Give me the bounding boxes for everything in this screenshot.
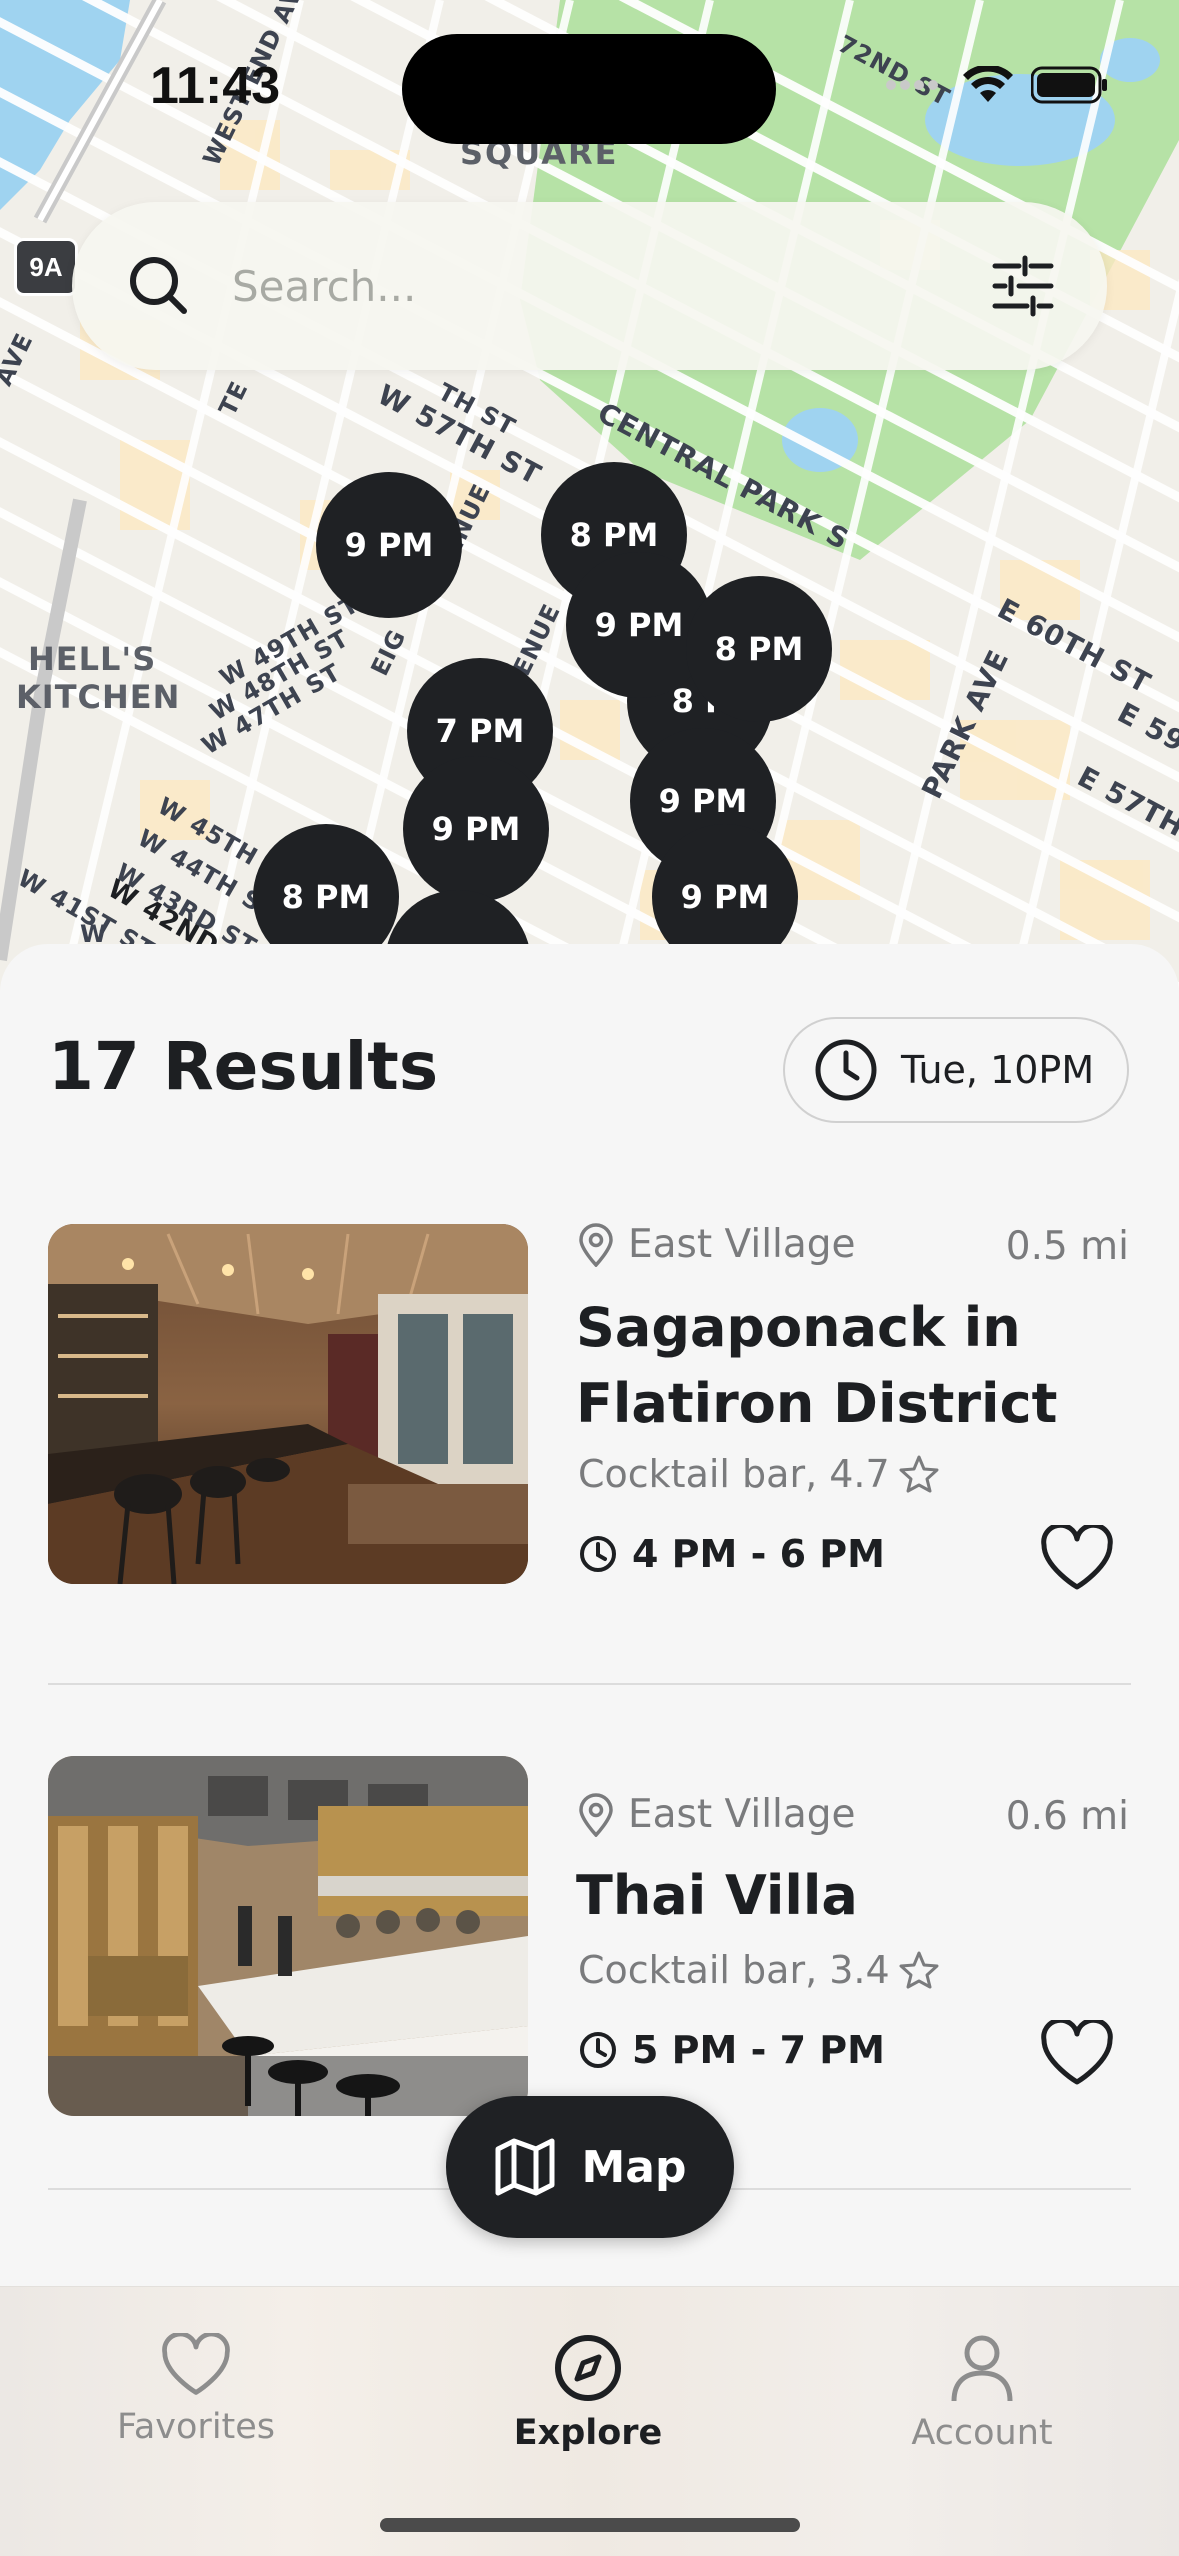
venue-hours: 5 PM - 7 PM (578, 2028, 885, 2072)
venue-name[interactable]: Thai Villa (576, 1858, 1076, 1934)
venue-neighborhood: East Village (628, 1792, 856, 1837)
results-title: 17 Results (48, 1028, 439, 1105)
status-icons (885, 66, 1109, 104)
map-label-hells-kitchen: HELL'S (28, 640, 157, 678)
venue-hours-text: 5 PM - 7 PM (632, 2028, 885, 2072)
search-icon (130, 257, 187, 314)
person-icon (951, 2335, 1013, 2402)
venue-category-rating: Cocktail bar, 4.7 (578, 1452, 940, 1496)
tab-bar: Favorites Explore Account (0, 2286, 1179, 2556)
venue-photo[interactable] (48, 1756, 528, 2116)
venue-name[interactable]: Sagaponack in Flatiron District (576, 1290, 1076, 1442)
venue-neighborhood: East Village (628, 1222, 856, 1267)
clock-icon (580, 2032, 616, 2068)
time-filter-button[interactable]: Tue, 10PM (783, 1017, 1129, 1123)
dynamic-island (402, 34, 776, 144)
compass-icon (555, 2335, 621, 2401)
bar-interior-image (48, 1224, 528, 1584)
venue-photo[interactable] (48, 1224, 528, 1584)
search-bar[interactable] (72, 202, 1107, 370)
tab-account[interactable]: Account (862, 2333, 1102, 2453)
cellular-signal-icon (886, 80, 938, 90)
map-view[interactable]: SQUARE HELL'S KITCHEN W 57TH ST CENTRAL … (0, 0, 1179, 1000)
clock-icon (815, 1039, 877, 1101)
venue-location: East Village (578, 1792, 856, 1837)
status-time: 11:43 (150, 57, 281, 115)
map-button-label: Map (581, 2141, 687, 2193)
venue-distance: 0.6 mi (1005, 1794, 1129, 1839)
map-pin[interactable]: 9 PM (316, 472, 462, 618)
filter-button[interactable] (983, 246, 1063, 326)
map-toggle-button[interactable]: Map (446, 2096, 734, 2238)
home-indicator (380, 2518, 800, 2532)
clock-icon (580, 1536, 616, 1572)
map-icon (495, 2138, 554, 2196)
heart-icon (162, 2333, 230, 2395)
venue-hours: 4 PM - 6 PM (578, 1532, 885, 1576)
favorite-heart-icon[interactable] (1040, 2020, 1114, 2086)
wifi-icon (963, 66, 1013, 102)
tab-label: Favorites (116, 2407, 276, 2447)
tab-favorites[interactable]: Favorites (76, 2333, 316, 2447)
star-icon (899, 1455, 939, 1493)
route-shield-icon: 9A (14, 238, 78, 296)
star-icon (899, 1951, 939, 1989)
venue-category-rating-text: Cocktail bar, 3.4 (578, 1948, 890, 1992)
map-pin[interactable]: 9 PM (403, 756, 549, 902)
tab-label: Explore (513, 2413, 663, 2453)
venue-category-rating: Cocktail bar, 3.4 (578, 1948, 940, 1992)
search-input[interactable] (232, 261, 983, 311)
battery-icon (1031, 66, 1107, 104)
venue-location: East Village (578, 1222, 856, 1267)
favorite-heart-icon[interactable] (1040, 1525, 1114, 1591)
restaurant-interior-image (48, 1756, 528, 2116)
time-filter-label: Tue, 10PM (901, 1048, 1095, 1092)
venue-hours-text: 4 PM - 6 PM (632, 1532, 885, 1576)
location-pin-icon (579, 1792, 613, 1837)
map-pin[interactable]: 8 PM (686, 576, 832, 722)
divider (48, 1683, 1131, 1685)
tab-label: Account (911, 2413, 1053, 2453)
tab-explore[interactable]: Explore (468, 2333, 708, 2453)
venue-distance: 0.5 mi (1005, 1224, 1129, 1269)
venue-category-rating-text: Cocktail bar, 4.7 (578, 1452, 890, 1496)
map-label-hells-kitchen-2: KITCHEN (16, 678, 181, 716)
sliders-icon (992, 255, 1054, 317)
location-pin-icon (579, 1222, 613, 1267)
